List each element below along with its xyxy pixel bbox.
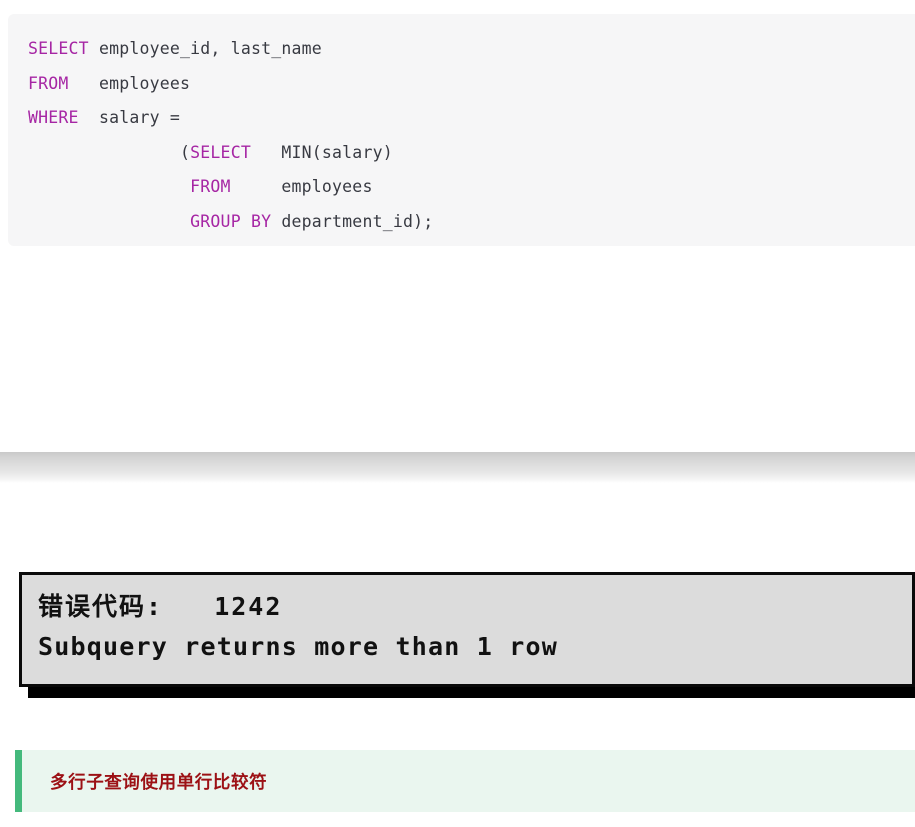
sql-keyword-subselect: SELECT (190, 142, 251, 162)
error-message-line: Subquery returns more than 1 row (38, 632, 559, 661)
sql-subquery-open-paren: ( (28, 142, 191, 162)
sql-groupby-column: department_id); (271, 211, 434, 231)
sql-keyword-select: SELECT (28, 39, 89, 58)
error-dialog-box: 错误代码: 1242 Subquery returns more than 1 … (19, 572, 915, 687)
sql-groupby-indent (28, 212, 190, 231)
sql-code-text: SELECT employee_id, last_name FROM emplo… (8, 32, 915, 240)
sql-subfrom-indent (28, 177, 190, 196)
sql-select-columns: employee_id, last_name (88, 39, 322, 58)
sql-code-block: SELECT employee_id, last_name FROM emplo… (8, 14, 915, 246)
sql-keyword-subfrom: FROM (190, 177, 231, 197)
error-code-line: 错误代码: 1242 (38, 592, 283, 621)
sql-from-table: employees (68, 73, 191, 93)
error-dialog: 错误代码: 1242 Subquery returns more than 1 … (19, 572, 915, 699)
gradient-separator (0, 452, 915, 483)
note-callout: 多行子查询使用单行比较符 (15, 750, 915, 812)
sql-where-condition: salary = (78, 108, 181, 128)
sql-subfrom-table: employees (230, 177, 373, 197)
sql-subselect-expression: MIN(salary) (250, 142, 393, 162)
note-callout-text: 多行子查询使用单行比较符 (50, 771, 268, 792)
sql-keyword-from: FROM (28, 73, 69, 93)
sql-keyword-where: WHERE (28, 108, 79, 128)
sql-keyword-group-by: GROUP BY (190, 211, 272, 231)
